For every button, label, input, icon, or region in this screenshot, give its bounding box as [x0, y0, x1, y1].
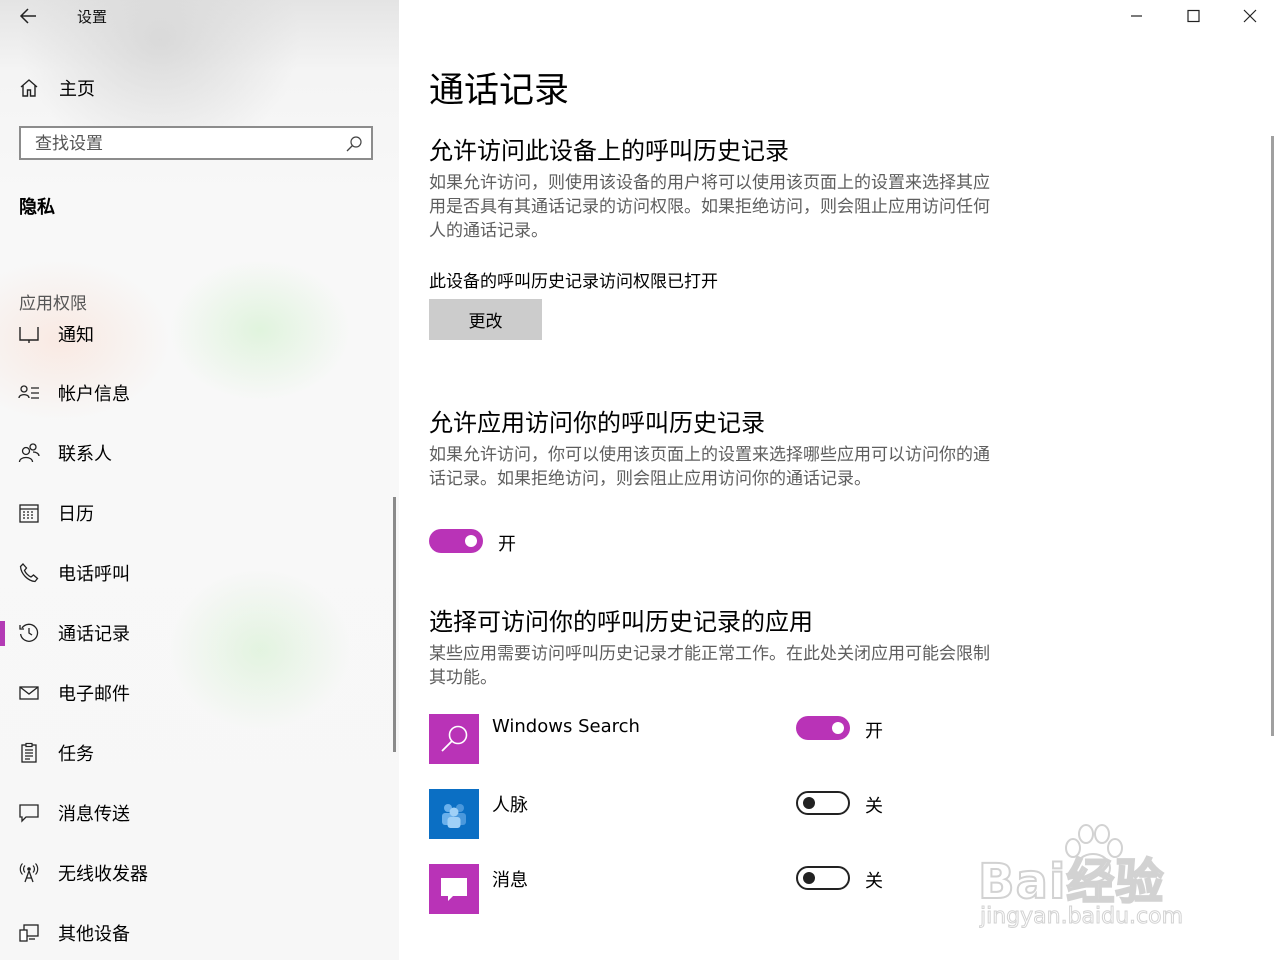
device-access-description: 如果允许访问，则使用该设备的用户将可以使用该页面上的设置来选择其应用是否具有其通…: [429, 173, 990, 241]
sidebar-item-label: 通话记录: [58, 624, 130, 645]
search-input[interactable]: [21, 128, 347, 160]
minimize-icon: [1131, 15, 1142, 17]
close-icon: [1243, 9, 1257, 23]
contacts-icon: [18, 443, 40, 463]
messaging-app-icon: [441, 878, 467, 901]
apps-list-description: 某些应用需要访问呼叫历史记录才能正常工作。在此处关闭应用可能会限制其功能。: [429, 644, 990, 688]
section-title: 隐私: [19, 197, 55, 218]
sidebar-item-account-info[interactable]: 帐户信息: [0, 373, 395, 413]
app-access-toggle[interactable]: [429, 529, 483, 553]
app-name: 人脉: [492, 795, 528, 816]
sidebar-item-notifications[interactable]: 通知: [0, 314, 395, 354]
sidebar-item-label: 电话呼叫: [58, 564, 130, 585]
windows-search-toggle[interactable]: [796, 716, 850, 740]
people-tile: [429, 789, 479, 839]
app-access-description: 如果允许访问，你可以使用该页面上的设置来选择哪些应用可以访问你的通话记录。如果拒…: [429, 445, 990, 489]
change-button[interactable]: 更改: [429, 299, 542, 340]
back-button[interactable]: [16, 4, 42, 28]
sidebar: 设置 主页 隐私 应用权限 通知 帐户信息: [0, 0, 399, 960]
phone-icon: [19, 563, 39, 583]
tasks-icon: [21, 742, 37, 763]
app-access-toggle-label: 开: [498, 534, 516, 555]
toggle-knob: [803, 797, 815, 809]
people-toggle[interactable]: [796, 791, 850, 815]
sidebar-item-messaging[interactable]: 消息传送: [0, 793, 395, 833]
sidebar-item-label: 电子邮件: [58, 684, 130, 705]
messaging-toggle-label: 关: [865, 871, 883, 892]
people-app-icon: [442, 804, 466, 828]
page-title: 通话记录: [429, 71, 570, 111]
other-devices-icon: [19, 924, 39, 942]
email-icon: [19, 686, 39, 700]
history-icon: [19, 623, 39, 642]
sidebar-item-tasks[interactable]: 任务: [0, 733, 395, 773]
main-scrollbar[interactable]: [1271, 136, 1274, 736]
sidebar-item-phone-calls[interactable]: 电话呼叫: [0, 553, 395, 593]
sidebar-item-label: 日历: [58, 504, 94, 525]
sidebar-item-label: 帐户信息: [58, 384, 130, 405]
app-name: 消息: [492, 870, 528, 891]
maximize-icon: [1187, 9, 1200, 23]
app-access-heading: 允许应用访问你的呼叫历史记录: [429, 409, 765, 437]
sidebar-item-calendar[interactable]: 日历: [0, 493, 395, 533]
watermark-url: jingyan.baidu.com: [979, 904, 1184, 930]
toggle-knob: [803, 872, 815, 884]
search-icon[interactable]: [345, 135, 363, 153]
sidebar-item-email[interactable]: 电子邮件: [0, 673, 395, 713]
windows-search-tile: [429, 714, 479, 764]
messaging-icon: [19, 804, 39, 823]
home-label: 主页: [59, 79, 95, 100]
sidebar-item-label: 无线收发器: [58, 864, 148, 885]
windows-search-icon: [441, 725, 468, 752]
device-access-heading: 允许访问此设备上的呼叫历史记录: [429, 137, 789, 165]
app-title: 设置: [77, 8, 108, 26]
toggle-knob: [465, 535, 477, 547]
app-name: Windows Search: [492, 716, 640, 737]
sidebar-item-call-history[interactable]: 通话记录: [0, 613, 395, 653]
selection-indicator: [0, 621, 5, 646]
messaging-tile: [429, 864, 479, 914]
toggle-knob: [832, 722, 844, 734]
sidebar-item-label: 任务: [58, 744, 94, 765]
group-label: 应用权限: [19, 294, 87, 314]
baidu-watermark: Bai经验 jingyan.baidu.com: [977, 820, 1238, 940]
people-toggle-label: 关: [865, 796, 883, 817]
search-box[interactable]: [19, 126, 373, 160]
calendar-icon: [19, 504, 39, 523]
close-button[interactable]: [1227, 0, 1273, 32]
messaging-toggle[interactable]: [796, 866, 850, 890]
watermark-brand: Bai经验: [977, 853, 1165, 911]
sidebar-item-home[interactable]: 主页: [18, 74, 95, 102]
home-icon: [20, 79, 38, 97]
apps-list-heading: 选择可访问你的呼叫历史记录的应用: [429, 608, 813, 636]
radio-icon: [19, 863, 39, 883]
sidebar-scrollbar[interactable]: [393, 497, 396, 752]
notification-icon: [19, 327, 39, 343]
windows-search-toggle-label: 开: [865, 721, 883, 742]
sidebar-item-contacts[interactable]: 联系人: [0, 433, 395, 473]
minimize-button[interactable]: [1113, 0, 1159, 32]
sidebar-item-label: 通知: [58, 325, 94, 346]
sidebar-item-label: 消息传送: [58, 804, 130, 825]
sidebar-item-label: 其他设备: [58, 924, 130, 945]
back-arrow-icon: [19, 8, 36, 24]
sidebar-item-radios[interactable]: 无线收发器: [0, 853, 395, 893]
main-content: 通话记录 允许访问此设备上的呼叫历史记录 如果允许访问，则使用该设备的用户将可以…: [399, 0, 1277, 960]
device-access-status: 此设备的呼叫历史记录访问权限已打开: [429, 272, 718, 292]
sidebar-item-label: 联系人: [58, 444, 112, 465]
sidebar-item-other-devices[interactable]: 其他设备: [0, 913, 395, 953]
account-info-icon: [18, 385, 39, 399]
maximize-button[interactable]: [1170, 0, 1216, 32]
